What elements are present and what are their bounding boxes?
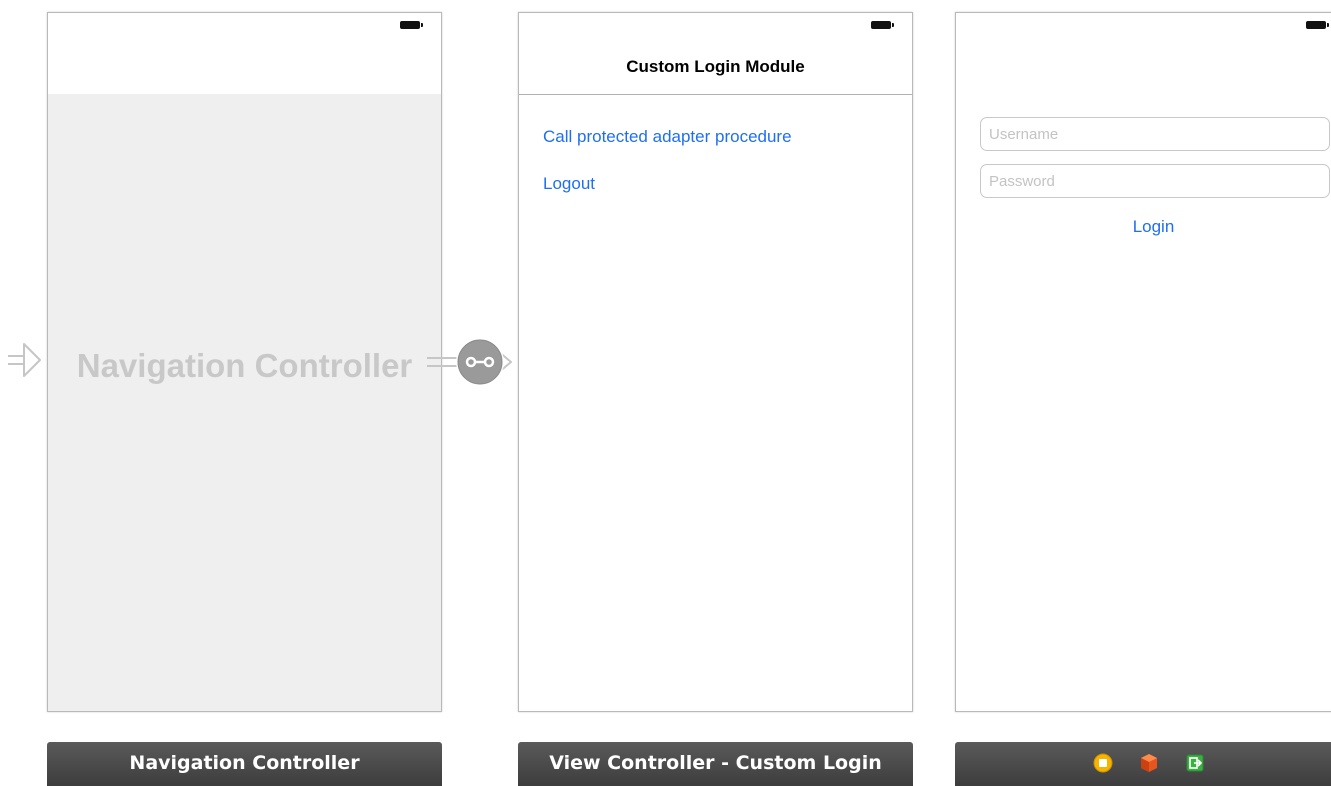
navigation-controller-placeholder: Navigation Controller [76,347,413,384]
call-protected-adapter-button[interactable]: Call protected adapter procedure [543,127,792,147]
logout-button[interactable]: Logout [543,174,595,194]
navigation-bar [48,13,441,95]
status-bar [519,13,912,33]
navigation-bar: Custom Login Module [519,13,912,95]
username-field[interactable] [980,117,1330,151]
login-button[interactable]: Login [956,217,1331,237]
status-bar [956,13,1331,33]
entry-arrow-icon[interactable] [0,340,46,380]
navigation-controller-body [48,94,441,711]
object-cube-icon[interactable] [1139,753,1159,773]
scene-dock-login[interactable] [955,742,1331,786]
segue-link-icon[interactable] [425,335,521,391]
nav-title: Custom Login Module [626,57,805,76]
battery-icon [871,21,894,29]
exit-icon[interactable] [1185,753,1205,773]
scene-label-view-controller[interactable]: View Controller - Custom Login [518,742,913,786]
scene-label-navigation-controller[interactable]: Navigation Controller [47,742,442,786]
password-field[interactable] [980,164,1330,198]
login-scene[interactable]: Login [955,12,1331,712]
battery-icon [1306,21,1329,29]
view-controller-scene[interactable]: Custom Login Module Call protected adapt… [518,12,913,712]
navigation-controller-scene[interactable]: Navigation Controller [47,12,442,712]
status-bar [48,13,441,33]
first-responder-icon[interactable] [1093,753,1113,773]
battery-icon [400,21,423,29]
